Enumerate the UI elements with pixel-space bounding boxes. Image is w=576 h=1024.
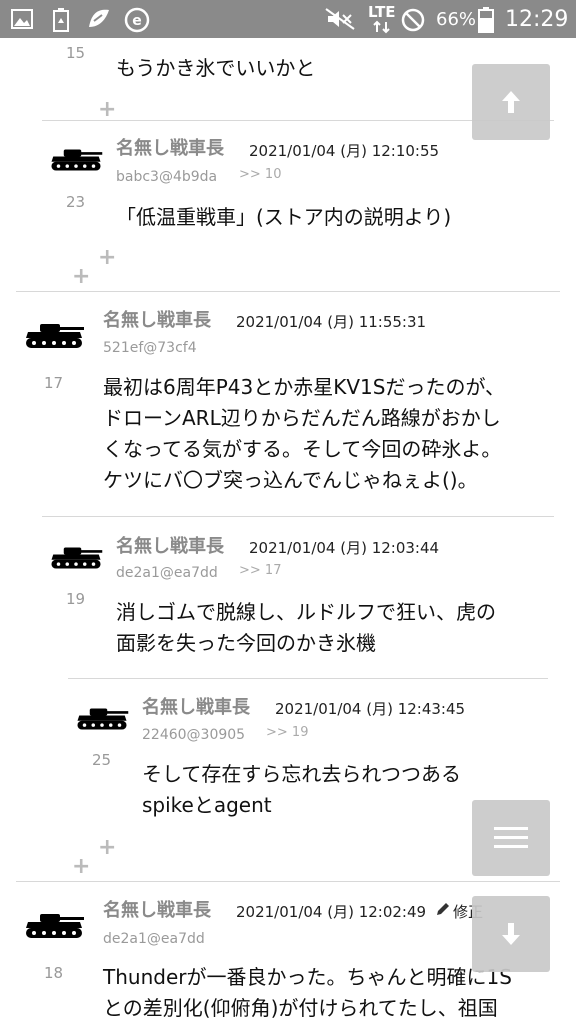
post-line: 消しゴムで脱線し、ルドルフで狂い、虎の [116,600,496,624]
user-id: de2a1@ea7dd [103,931,205,947]
tank-avatar-icon [22,320,86,352]
user-id: babc3@4b9da [116,169,218,185]
clock: 12:29 [505,7,569,32]
menu-button[interactable] [472,800,550,876]
post-body: Thunderが一番良かった。ちゃんと明確に1S との差別化(仰俯角)が付けられ… [103,962,512,1024]
post-line: そして存在すら忘れ去られつつある [142,762,461,786]
arrow-down-icon [502,923,520,945]
post-date: 2021/01/04 (月) 12:03:44 [249,539,440,557]
mute-icon [325,8,355,30]
reply-reference-link[interactable]: >> 10 [239,167,281,182]
tank-avatar-icon [48,146,104,174]
divider [68,678,548,679]
reply-reference-link[interactable]: >> 17 [239,563,281,578]
post-line: 「低温重戦車」(ストア内の説明より) [116,205,452,229]
post-date: 2021/01/04 (月) 12:10:55 [249,142,440,160]
post-date: 2021/01/04 (月) 12:02:49 [236,903,427,921]
user-id: 22460@30905 [142,727,246,743]
e-app-icon: e [124,7,150,33]
battery-percent: 66% [436,9,477,30]
tank-avatar-icon [22,910,86,942]
do-not-disturb-icon [401,8,425,32]
author-name: 名無し戦車長 [103,310,211,331]
post-body: 「低温重戦車」(ストア内の説明より) [116,202,451,233]
pencil-edit-icon [437,903,449,915]
tank-avatar-icon [48,544,104,572]
divider [16,291,560,292]
post-line: もうかき氷でいいかと [116,56,316,80]
post-line: くなってる気がする。そして今回の砕氷よ。 [103,437,502,461]
user-id: de2a1@ea7dd [116,565,218,581]
post-number: 15 [66,44,86,62]
post-date: 2021/01/04 (月) 11:55:31 [236,313,427,331]
post-line: ケツにバ〇ブ突っ込んでんじゃねぇよ()。 [103,468,478,492]
post-line: との差別化(仰俯角)が付けられてたし、祖国 [103,996,498,1020]
post-body: そして存在すら忘れ去られつつある spikeとagent [142,759,461,821]
scroll-to-top-button[interactable] [472,64,550,140]
post-line: ドローンARL辺りからだんだん路線がおかし [103,406,501,430]
post-number: 19 [66,590,86,608]
post-number: 23 [66,193,86,211]
post-number: 25 [92,751,112,769]
post-body: もうかき氷でいいかと [116,53,315,84]
lte-signal-icon [373,20,390,34]
author-name: 名無し戦車長 [116,536,224,557]
post-date: 2021/01/04 (月) 12:43:45 [275,700,466,718]
divider [42,516,554,517]
menu-icon [494,827,528,848]
post-line: Thunderが一番良かった。ちゃんと明確に1S [103,965,512,989]
tank-avatar-icon [74,705,130,733]
notification-app-icon [89,9,109,27]
status-bar: e LTE 66% 12:29 [0,0,576,38]
add-reply-button[interactable]: + [72,266,90,288]
add-reply-button[interactable]: + [72,856,90,878]
add-reply-button[interactable]: + [98,247,116,269]
reply-reference-link[interactable]: >> 19 [266,725,308,740]
add-reply-button[interactable]: + [98,837,116,859]
post-number: 17 [44,374,64,392]
svg-text:e: e [132,13,142,29]
post-line: 面影を失った今回のかき氷機 [116,631,376,655]
user-id: 521ef@73cf4 [103,340,197,356]
add-reply-button[interactable]: + [98,99,116,121]
post-body: 最初は6周年P43とか赤星KV1Sだったのが、 ドローンARL辺りからだんだん路… [103,372,505,496]
battery-icon [478,7,494,33]
post-body: 消しゴムで脱線し、ルドルフで狂い、虎の 面影を失った今回のかき氷機 [116,597,496,659]
author-name: 名無し戦車長 [116,138,224,159]
scroll-to-bottom-button[interactable] [472,896,550,972]
lte-label: LTE [368,3,396,21]
battery-saver-icon [53,8,69,32]
post-number: 18 [44,964,64,982]
gallery-icon [11,9,33,29]
comment-thread: 15 もうかき氷でいいかと + 名無し戦車長 2021/01/04 (月) 12… [0,38,576,1024]
arrow-up-icon [502,91,520,113]
divider [16,881,560,882]
author-name: 名無し戦車長 [142,697,250,718]
post-line: spikeとagent [142,793,272,817]
post-line: 最初は6周年P43とか赤星KV1Sだったのが、 [103,375,506,399]
author-name: 名無し戦車長 [103,900,211,921]
